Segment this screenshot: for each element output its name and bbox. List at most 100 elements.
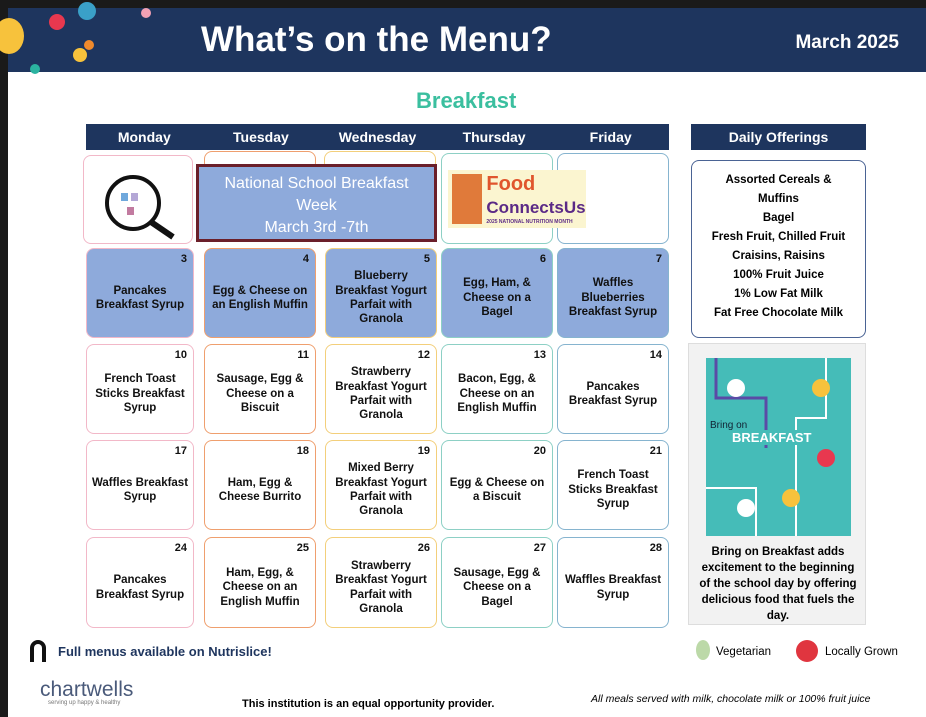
- date-number: 17: [174, 445, 187, 457]
- menu-item: Pancakes Breakfast Syrup: [568, 380, 658, 407]
- food-connects-logo: Food ConnectsUs 2025 NATIONAL NUTRITION MO…: [448, 169, 586, 228]
- day-thursday: Thursday: [462, 129, 526, 145]
- menu-item: Bacon, Egg, & Cheese on an English Muffi…: [457, 373, 537, 415]
- date-number: 24: [174, 542, 187, 554]
- nutrislice-link[interactable]: Full menus available on Nutrislice!: [58, 644, 272, 659]
- equal-opportunity-note: This institution is an equal opportunity…: [242, 698, 495, 710]
- magnifier-icon: [105, 174, 175, 239]
- menu-day-cell: 25 Ham, Egg, & Cheese on an English Muffi…: [204, 537, 316, 628]
- date-number: 10: [174, 349, 187, 361]
- menu-item: Sausage, Egg & Cheese on a Biscuit: [216, 373, 304, 415]
- menu-day-cell: 3 Pancakes Breakfast Syrup: [86, 248, 194, 338]
- logo-text-2: ConnectsUs: [486, 198, 586, 218]
- nsbw-banner: National School Breakfast Week March 3rd…: [196, 164, 437, 242]
- menu-day-cell: 24 Pancakes Breakfast Syrup: [86, 537, 194, 628]
- date-number: 19: [417, 445, 430, 457]
- magnifier-logo-cell: [83, 155, 193, 244]
- date-number: 26: [417, 542, 430, 554]
- offering-item: 1% Low Fat Milk: [734, 288, 823, 300]
- date-number: 18: [296, 445, 309, 457]
- food-connects-cell: Food ConnectsUs 2025 NATIONAL NUTRITION MO…: [441, 153, 586, 244]
- offering-item: Muffins: [758, 193, 799, 205]
- daily-offerings-box: Assorted Cereals & Muffins Bagel Fresh F…: [691, 160, 866, 338]
- menu-item: Strawberry Breakfast Yogurt Parfait with…: [335, 366, 427, 422]
- chartwells-tagline: serving up happy & healthy: [48, 700, 121, 706]
- menu-item: Waffles Breakfast Syrup: [564, 574, 662, 601]
- menu-item: Mixed Berry Breakfast Yogurt Parfait wit…: [335, 462, 427, 518]
- menu-day-cell: 7 Waffles Blueberries Breakfast Syrup: [557, 248, 669, 338]
- nsbw-line2: Week: [296, 197, 337, 214]
- day-monday: Monday: [117, 129, 171, 145]
- menu-day-cell: 4 Egg & Cheese on an English Muffin: [204, 248, 316, 338]
- vegetarian-icon: [696, 640, 710, 660]
- date-number: 6: [539, 253, 546, 265]
- menu-item: French Toast Sticks Breakfast Syrup: [95, 373, 185, 415]
- menu-day-cell: 28 Waffles Breakfast Syrup: [557, 537, 669, 628]
- menu-item: Ham, Egg, & Cheese on an English Muffin: [220, 566, 300, 608]
- date-number: 25: [296, 542, 309, 554]
- menu-item: Blueberry Breakfast Yogurt Parfait with …: [335, 270, 427, 326]
- offering-item: Fat Free Chocolate Milk: [713, 307, 844, 319]
- menu-item: Sausage, Egg & Cheese on a Bagel: [453, 566, 541, 608]
- nsbw-line1: National School Breakfast: [224, 175, 409, 192]
- offering-item: Assorted Cereals &: [725, 174, 832, 186]
- date-number: 14: [649, 349, 662, 361]
- date-number: 5: [423, 253, 430, 265]
- menu-day-cell: 27 Sausage, Egg & Cheese on a Bagel: [441, 537, 553, 628]
- menu-day-cell: 17 Waffles Breakfast Syrup: [86, 440, 194, 530]
- poster-caption: Bring on Breakfast adds excitement to th…: [699, 546, 857, 622]
- menu-day-cell: 18 Ham, Egg & Cheese Burrito: [204, 440, 316, 530]
- menu-item: Pancakes Breakfast Syrup: [95, 284, 185, 311]
- menu-day-cell: 19 Mixed Berry Breakfast Yogurt Parfait w…: [325, 440, 437, 530]
- locally-grown-icon: [796, 640, 818, 662]
- date-number: 7: [655, 253, 662, 265]
- date-number: 28: [649, 542, 662, 554]
- date-number: 12: [417, 349, 430, 361]
- menu-day-cell: 26 Strawberry Breakfast Yogurt Parfait wi…: [325, 537, 437, 628]
- menu-day-cell: 12 Strawberry Breakfast Yogurt Parfait wi…: [325, 344, 437, 434]
- milk-note: All meals served with milk, chocolate mi…: [591, 693, 871, 705]
- weekday-header: Monday Tuesday Wednesday Thursday Friday: [86, 124, 669, 150]
- menu-item: Waffles Breakfast Syrup: [91, 476, 189, 503]
- menu-item: French Toast Sticks Breakfast Syrup: [568, 469, 658, 511]
- page-title: What’s on the Menu?: [201, 20, 552, 59]
- menu-item: Egg & Cheese on a Biscuit: [449, 476, 545, 503]
- menu-day-cell: 5 Blueberry Breakfast Yogurt Parfait with…: [325, 248, 437, 338]
- day-wednesday: Wednesday: [338, 129, 417, 145]
- menu-day-cell: 14 Pancakes Breakfast Syrup: [557, 344, 669, 434]
- date-number: 11: [297, 349, 309, 361]
- legend-vegetarian: Vegetarian: [716, 646, 771, 658]
- menu-item: Waffles Blueberries Breakfast Syrup: [568, 277, 658, 319]
- offering-item: Fresh Fruit, Chilled Fruit: [711, 231, 846, 243]
- poster-image: Bring on BREAKFAST: [706, 358, 851, 536]
- logo-subtext: 2025 NATIONAL NUTRITION MONTH: [486, 218, 573, 225]
- poster-title: BREAKFAST: [732, 430, 812, 445]
- day-friday: Friday: [589, 129, 632, 145]
- daily-offerings-header: Daily Offerings: [691, 124, 866, 150]
- meal-title: Breakfast: [416, 88, 517, 113]
- menu-day-cell: 21 French Toast Sticks Breakfast Syrup: [557, 440, 669, 530]
- menu-item: Ham, Egg & Cheese Burrito: [218, 476, 302, 503]
- header-banner: What’s on the Menu? March 2025: [0, 2, 926, 74]
- nutrislice-icon: [30, 640, 46, 662]
- nsbw-dates: March 3rd -7th: [264, 219, 369, 236]
- offering-item: Bagel: [762, 212, 795, 224]
- date-number: 3: [180, 253, 187, 265]
- logo-text-1: Food: [486, 173, 536, 196]
- menu-day-cell: 6 Egg, Ham, & Cheese on a Bagel: [441, 248, 553, 338]
- date-number: 21: [649, 445, 662, 457]
- date-number: 27: [533, 542, 546, 554]
- bring-on-breakfast-poster: Bring on BREAKFAST Bring on Breakfast ad…: [688, 343, 866, 625]
- menu-day-cell: 11 Sausage, Egg & Cheese on a Biscuit: [204, 344, 316, 434]
- month-label: March 2025: [795, 32, 899, 53]
- offering-item: Craisins, Raisins: [732, 250, 825, 262]
- menu-page: What’s on the Menu? March 2025 Breakfast…: [0, 2, 926, 717]
- date-number: 20: [533, 445, 546, 457]
- date-number: 13: [533, 349, 546, 361]
- menu-item: Pancakes Breakfast Syrup: [95, 574, 185, 601]
- chartwells-logo: chartwells: [40, 678, 134, 701]
- menu-item: Egg, Ham, & Cheese on a Bagel: [463, 277, 531, 319]
- menu-day-cell: 10 French Toast Sticks Breakfast Syrup: [86, 344, 194, 434]
- date-number: 4: [302, 253, 309, 265]
- offering-item: 100% Fruit Juice: [733, 269, 824, 281]
